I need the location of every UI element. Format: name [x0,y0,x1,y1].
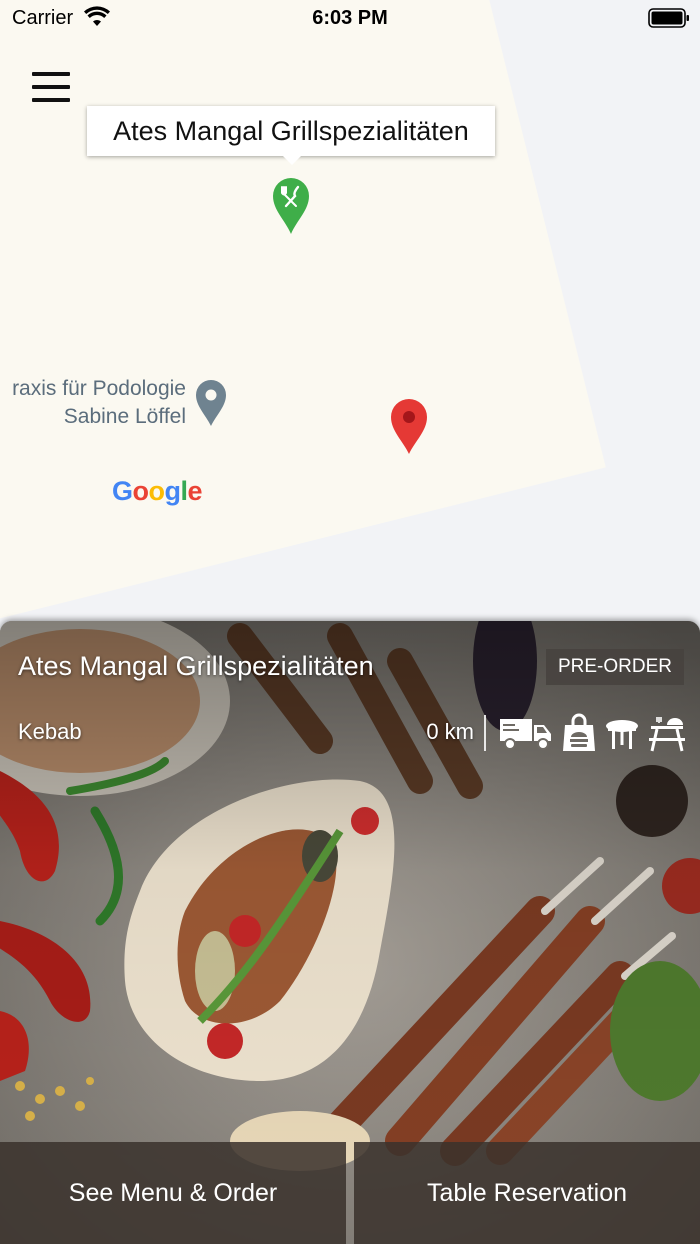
battery-icon [648,8,689,28]
google-logo-letter: e [187,476,203,506]
divider [484,715,486,751]
restaurant-marker-icon[interactable] [271,176,311,236]
restaurant-category: Kebab [18,719,82,744]
google-logo-letter: o [132,476,150,506]
menu-bar-icon [32,72,70,76]
restaurant-distance: 0 km [426,719,474,744]
delivery-truck-icon [500,719,551,750]
poi-marker-icon[interactable] [193,378,229,428]
map-callout[interactable]: Ates Mangal Grillspezialitäten [87,106,495,165]
picnic-table-icon [649,717,685,752]
takeaway-bag-icon [563,713,595,751]
poi-label-line2: Sabine Löffel [63,405,186,428]
dine-in-table-icon [606,720,638,749]
google-logo-letter: o [148,476,166,506]
google-logo-letter: g [164,476,182,506]
status-bar: Carrier 6:03 PM [0,0,700,40]
action-bar: See Menu & Order Table Reservation [0,1142,700,1244]
table-reservation-button[interactable]: Table Reservation [354,1142,700,1244]
restaurant-title: Ates Mangal Grillspezialitäten [18,651,374,681]
poi-label-line1: raxis für Podologie [12,377,186,400]
google-logo: Google [112,476,203,507]
location-marker-icon[interactable] [389,398,429,456]
map-view[interactable]: Ates Mangal Grillspezialitäten raxis für… [0,0,700,640]
see-menu-order-button[interactable]: See Menu & Order [0,1142,346,1244]
google-logo-letter: l [180,476,189,506]
poi-label[interactable]: raxis für Podologie Sabine Löffel [12,375,186,431]
map-tile [0,0,606,640]
status-time: 6:03 PM [312,7,388,29]
menu-bar-icon [32,98,70,102]
hamburger-menu-button[interactable] [26,64,76,110]
restaurant-card[interactable]: Ates Mangal Grillspezialitäten PRE-ORDER… [0,621,700,1244]
menu-bar-icon [32,85,70,89]
preorder-badge: PRE-ORDER [545,649,684,685]
google-logo-letter: G [112,476,133,506]
